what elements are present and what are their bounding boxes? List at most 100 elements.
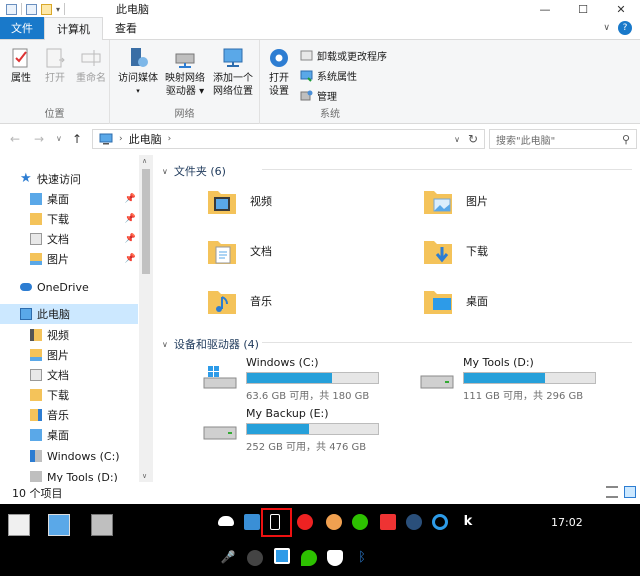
pin-icon[interactable]: 📌: [125, 254, 136, 264]
details-view-icon[interactable]: [606, 486, 618, 498]
uninstall-button[interactable]: 卸载或更改程序: [300, 48, 387, 63]
folder-pictures[interactable]: 图片: [422, 185, 488, 217]
nav-quick-downloads[interactable]: 下载 📌: [0, 209, 138, 229]
nav-pc-pictures[interactable]: 图片: [0, 345, 138, 365]
open-button[interactable]: 打开: [40, 46, 70, 85]
breadcrumb-chevron-icon[interactable]: ›: [168, 134, 172, 144]
folder-desktop[interactable]: 桌面: [422, 285, 488, 317]
security-tray-icon[interactable]: [297, 514, 313, 530]
minimize-button[interactable]: —: [526, 0, 564, 18]
system-properties-button[interactable]: 系统属性: [300, 68, 357, 83]
folder-documents[interactable]: 文档: [206, 235, 272, 267]
logitech-tray-icon[interactable]: [432, 514, 448, 530]
bluetooth-tray-icon[interactable]: ᛒ: [354, 550, 370, 566]
address-dropdown-icon[interactable]: ∨: [454, 135, 460, 144]
nav-pc-downloads[interactable]: 下载: [0, 385, 138, 405]
folder-videos[interactable]: 视频: [206, 185, 272, 217]
breadcrumb-chevron-icon[interactable]: ›: [119, 134, 123, 144]
display-app-icon[interactable]: [48, 514, 70, 536]
help-icon[interactable]: ?: [618, 21, 632, 35]
up-arrow-icon[interactable]: ↑: [72, 132, 82, 146]
folder-music[interactable]: 音乐: [206, 285, 272, 317]
close-button[interactable]: ✕: [602, 0, 640, 18]
search-icon[interactable]: ⚲: [622, 133, 630, 146]
item-count: 10 个项目: [12, 487, 63, 500]
address-row: ← → ∨ ↑ › 此电脑 › ∨ ↻ 搜索"此电脑" ⚲: [0, 124, 640, 154]
manage-button[interactable]: 管理: [300, 88, 337, 103]
pin-icon[interactable]: 📌: [125, 214, 136, 224]
breadcrumb-this-pc[interactable]: 此电脑: [129, 131, 162, 147]
tab-view[interactable]: 查看: [103, 17, 149, 39]
audio-tray-icon[interactable]: 🎤: [220, 550, 236, 566]
map-drive-button[interactable]: 映射网络 驱动器 ▾: [162, 46, 208, 98]
search-input[interactable]: 搜索"此电脑" ⚲: [489, 129, 637, 149]
scroll-up-icon[interactable]: ∧: [142, 157, 147, 165]
wechat-tray-icon[interactable]: [352, 514, 368, 530]
refresh-icon[interactable]: ↻: [468, 132, 478, 146]
nav-onedrive[interactable]: OneDrive: [0, 277, 138, 297]
onedrive-tray-icon[interactable]: [218, 516, 234, 526]
network-drive-app-icon[interactable]: [91, 514, 113, 536]
taskbar-clock[interactable]: 17:02: [551, 516, 583, 529]
scroll-down-icon[interactable]: ∨: [142, 472, 147, 480]
new-folder-icon[interactable]: [41, 3, 52, 15]
recent-locations-icon[interactable]: ∨: [56, 134, 62, 143]
rename-button[interactable]: 重命名: [74, 46, 108, 85]
nav-pc-documents[interactable]: 文档: [0, 365, 138, 385]
open-settings-label-2: 设置: [269, 86, 289, 97]
drive-e[interactable]: My Backup (E:) 252 GB 可用，共 476 GB: [202, 407, 382, 453]
folders-section-header[interactable]: ∨ 文件夹 (6): [162, 163, 632, 179]
hand-tray-icon[interactable]: [326, 514, 342, 530]
divider: [262, 342, 632, 343]
nav-label: 视频: [47, 329, 69, 342]
scrollbar-thumb[interactable]: [142, 169, 150, 274]
properties-button[interactable]: 属性: [4, 46, 38, 85]
nav-quick-pictures[interactable]: 图片 📌: [0, 249, 138, 269]
drive-c[interactable]: Windows (C:) 63.6 GB 可用，共 180 GB: [202, 356, 382, 402]
folder-label: 音乐: [250, 295, 272, 308]
folder-downloads[interactable]: 下载: [422, 235, 488, 267]
nav-quick-desktop[interactable]: 桌面 📌: [0, 189, 138, 209]
add-network-location-button[interactable]: 添加一个 网络位置: [210, 46, 256, 98]
app-circle-tray-icon[interactable]: [247, 550, 263, 566]
nav-pc-music[interactable]: 音乐: [0, 405, 138, 425]
nav-quick-access[interactable]: ★ 快速访问: [0, 169, 138, 189]
pin-icon[interactable]: 📌: [125, 194, 136, 204]
app-tray-icon[interactable]: [244, 514, 260, 530]
back-arrow-icon[interactable]: ←: [10, 132, 20, 146]
large-icons-view-icon[interactable]: [624, 486, 636, 498]
nav-drive-c[interactable]: Windows (C:): [0, 446, 138, 466]
tab-computer[interactable]: 计算机: [44, 17, 103, 40]
nav-this-pc[interactable]: 此电脑: [0, 304, 138, 324]
properties-icon[interactable]: [26, 3, 37, 15]
record-tray-icon[interactable]: [380, 514, 396, 530]
open-settings-button[interactable]: 打开 设置: [264, 46, 294, 98]
qat-dropdown-icon[interactable]: ▾: [56, 5, 60, 14]
notepad-app-icon[interactable]: [8, 514, 30, 536]
nav-quick-documents[interactable]: 文档 📌: [0, 229, 138, 249]
section-title: 设备和驱动器 (4): [173, 338, 259, 351]
title-bar: ▾ 此电脑 — ☐ ✕: [0, 0, 640, 18]
divider: [262, 169, 632, 170]
access-media-button[interactable]: 访问媒体 ▾: [116, 46, 160, 98]
pin-icon[interactable]: 📌: [125, 234, 136, 244]
drive-d[interactable]: My Tools (D:) 111 GB 可用，共 296 GB: [419, 356, 599, 402]
shield-tray-icon[interactable]: [301, 550, 317, 566]
nav-label: 桌面: [47, 193, 69, 206]
nav-scrollbar[interactable]: ∧ ∨: [139, 155, 153, 482]
forward-arrow-icon[interactable]: →: [34, 132, 44, 146]
app-window-tray-icon[interactable]: [274, 548, 290, 564]
nav-drive-d[interactable]: My Tools (D:): [0, 467, 138, 482]
drives-section-header[interactable]: ∨ 设备和驱动器 (4): [162, 336, 632, 352]
collapse-chevron-icon[interactable]: ∨: [162, 167, 168, 176]
nav-pc-videos[interactable]: 视频: [0, 325, 138, 345]
tab-file[interactable]: 文件: [0, 17, 44, 39]
nav-pc-desktop[interactable]: 桌面: [0, 425, 138, 445]
app-k-tray-icon[interactable]: k: [460, 514, 476, 530]
ribbon-collapse-icon[interactable]: ∨: [603, 23, 610, 33]
maximize-button[interactable]: ☐: [564, 0, 602, 18]
steam-tray-icon[interactable]: [406, 514, 422, 530]
address-bar[interactable]: › 此电脑 › ∨ ↻: [92, 129, 485, 149]
collapse-chevron-icon[interactable]: ∨: [162, 340, 168, 349]
defender-tray-icon[interactable]: [327, 550, 343, 566]
